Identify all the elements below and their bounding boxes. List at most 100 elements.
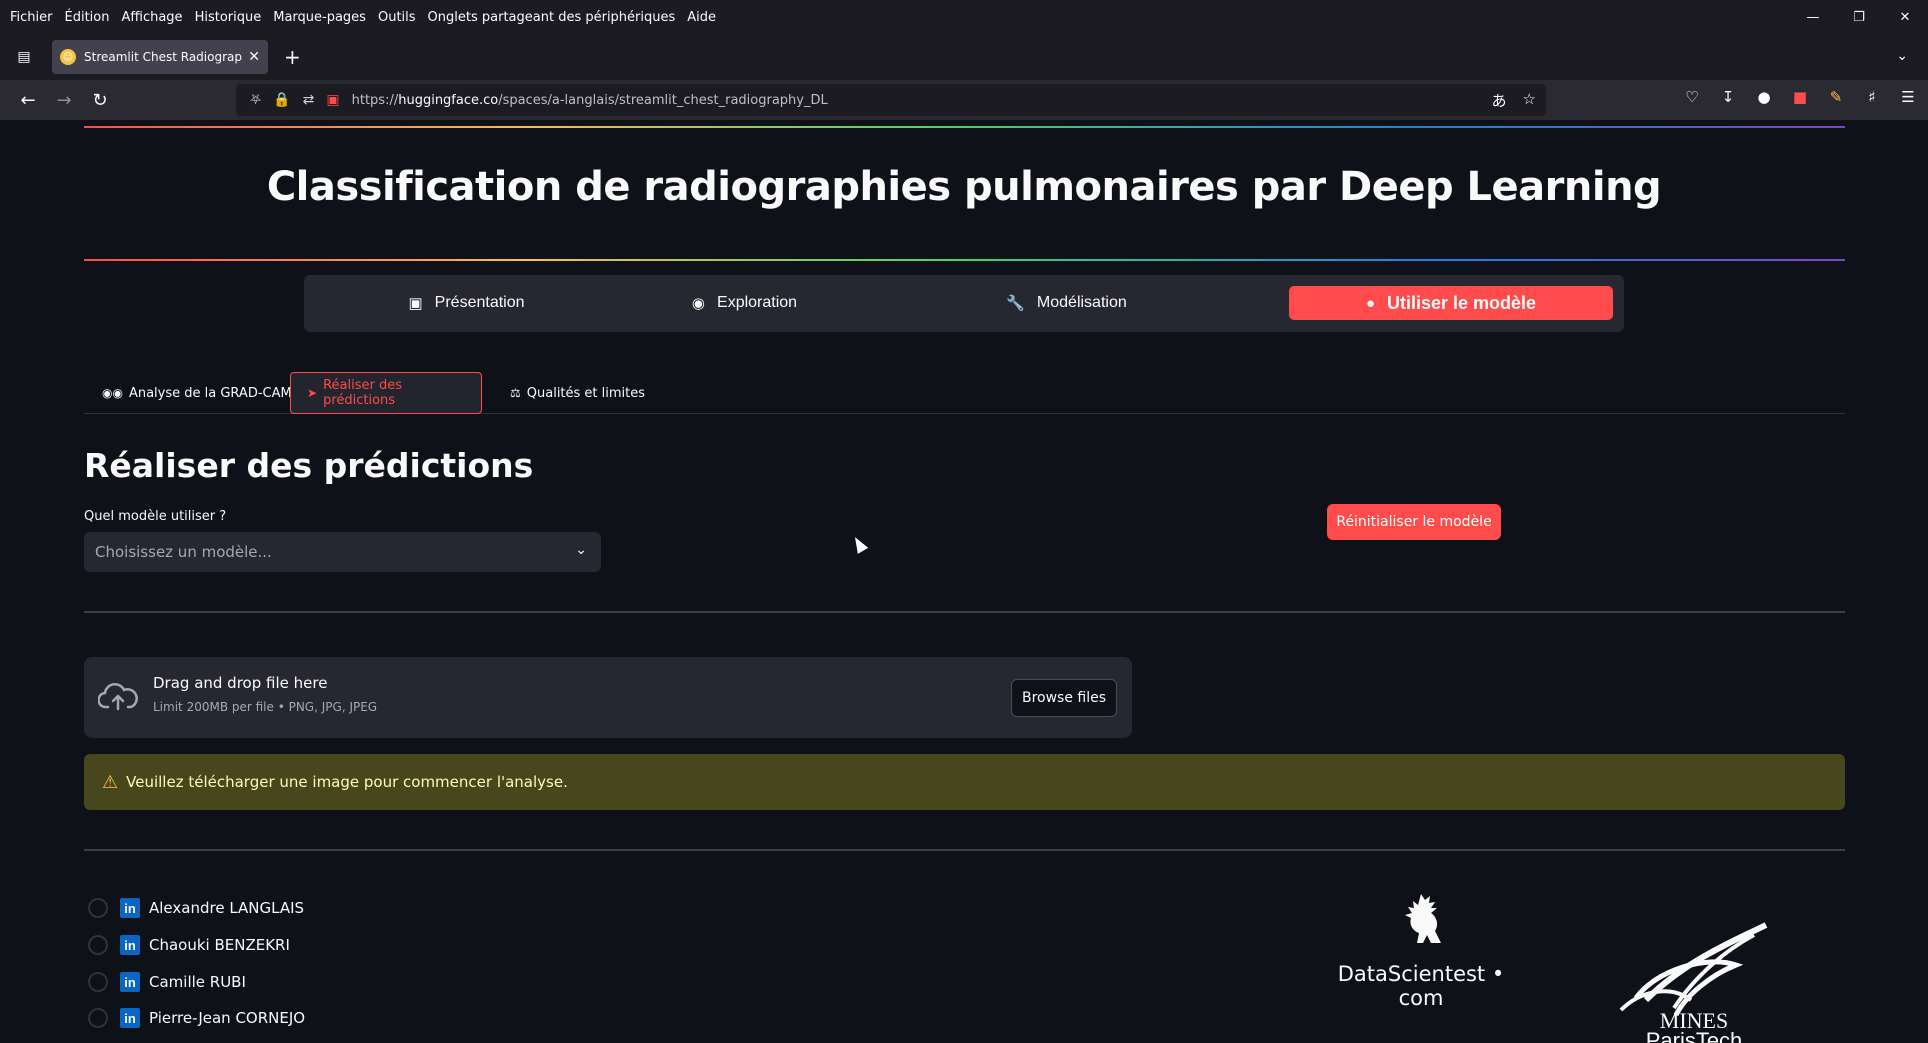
rocket-icon: ➤ <box>307 386 318 400</box>
linkedin-icon[interactable]: in <box>120 935 140 955</box>
url-text: https://huggingface.co/spaces/a-langlais… <box>351 92 828 108</box>
contributor: in Camille RUBI <box>88 972 246 992</box>
reload-icon[interactable]: ↻ <box>88 88 112 112</box>
extensions-icon[interactable]: ♯ <box>1862 88 1882 106</box>
back-icon[interactable]: ← <box>16 88 40 112</box>
linkedin-icon[interactable]: in <box>120 1008 140 1028</box>
linkedin-icon[interactable]: in <box>120 898 140 918</box>
streamlit-page: Classification de radiographies pulmonai… <box>0 120 1928 1043</box>
linkedin-icon[interactable]: in <box>120 972 140 992</box>
menu-onglets-peripheriques[interactable]: Onglets partageant des périphériques <box>428 10 676 25</box>
upload-cloud-icon <box>98 683 138 711</box>
menu-aide[interactable]: Aide <box>687 10 716 25</box>
divider <box>84 611 1845 613</box>
tab-title: Streamlit Chest Radiography DL <box>84 50 242 64</box>
browser-tab[interactable]: ☺ Streamlit Chest Radiography DL ✕ <box>52 40 268 74</box>
toolbar-icons: ♡ ↧ ● ■ ✎ ♯ ☰ <box>1682 88 1918 106</box>
video-blocked-icon[interactable]: ▣ <box>326 92 339 108</box>
subtabs: ◉◉ Analyse de la GRAD-CAM ➤ Réaliser des… <box>84 370 1845 414</box>
section-title: Réaliser des prédictions <box>84 446 534 485</box>
title-rainbow-divider <box>84 259 1845 261</box>
nav-modelisation[interactable]: 🔧 Modélisation <box>944 286 1189 320</box>
menu-edition[interactable]: Édition <box>65 10 110 25</box>
account-icon[interactable]: ● <box>1754 88 1774 106</box>
restore-icon[interactable]: ❐ <box>1836 0 1882 34</box>
model-select[interactable]: Choisissez un modèle... ⌄ <box>84 532 601 572</box>
mines-paristech-logo: MINES ParisTech <box>1619 922 1768 1043</box>
file-uploader[interactable]: Drag and drop file here Limit 200MB per … <box>84 657 1132 738</box>
uploader-limit: Limit 200MB per file • PNG, JPG, JPEG <box>153 700 378 714</box>
mouse-cursor-icon <box>849 534 869 554</box>
warning-text: Veuillez télécharger une image pour comm… <box>126 773 568 791</box>
nav-exploration[interactable]: ◉ Exploration <box>622 286 867 320</box>
contributor-name: Pierre-Jean CORNEJO <box>149 1009 306 1027</box>
page-title: Classification de radiographies pulmonai… <box>266 164 1662 210</box>
downloads-icon[interactable]: ↧ <box>1718 88 1738 106</box>
permissions-icon[interactable]: ⇄ <box>303 92 315 108</box>
shield-icon[interactable]: ⛧ <box>250 92 261 108</box>
tab-qualites-limites[interactable]: ⚖ Qualités et limites <box>494 372 661 414</box>
menu-historique[interactable]: Historique <box>195 10 262 25</box>
forward-icon[interactable]: → <box>52 88 76 112</box>
tab-label: Analyse de la GRAD-CAM <box>128 385 292 401</box>
eye-icon: ◉ <box>691 295 706 312</box>
chevron-down-icon[interactable]: ⌄ <box>1896 48 1908 64</box>
menu-fichier[interactable]: Fichier <box>10 10 53 25</box>
minimize-icon[interactable]: — <box>1790 0 1836 34</box>
contributor-name: Chaouki BENZEKRI <box>149 936 290 954</box>
nav-label: Présentation <box>434 294 525 311</box>
menu-affichage[interactable]: Affichage <box>121 10 182 25</box>
model-select-label: Quel modèle utiliser ? <box>84 509 227 524</box>
browser-navbar: ← → ↻ ⛧ 🔒 ⇄ ▣ https://huggingface.co/spa… <box>0 80 1928 120</box>
close-window-icon[interactable]: ✕ <box>1882 0 1928 34</box>
pocket-icon[interactable]: ♡ <box>1682 88 1702 106</box>
contributor: in Pierre-Jean CORNEJO <box>88 1008 305 1028</box>
extension-badge-icon[interactable]: ✎ <box>1826 88 1846 106</box>
github-icon[interactable] <box>88 898 108 918</box>
menu-marque-pages[interactable]: Marque-pages <box>273 10 366 25</box>
reset-model-button[interactable]: Réinitialiser le modèle <box>1327 504 1501 540</box>
presentation-icon: ▣ <box>408 295 423 312</box>
github-icon[interactable] <box>88 935 108 955</box>
nav-label: Modélisation <box>1036 294 1127 311</box>
hamburger-menu-icon[interactable]: ☰ <box>1898 88 1918 106</box>
paristech-text: ParisTech <box>1646 1028 1743 1043</box>
contributor: in Chaouki BENZEKRI <box>88 935 290 955</box>
warning-alert: ⚠ Veuillez télécharger une image pour co… <box>84 754 1845 810</box>
contributor: in Alexandre LANGLAIS <box>88 898 304 918</box>
griffin-icon <box>1405 894 1441 943</box>
tab-analyse-grad-cam[interactable]: ◉◉ Analyse de la GRAD-CAM <box>86 372 308 414</box>
nav-label: Utiliser le modèle <box>1387 292 1537 313</box>
url-bar[interactable]: ⛧ 🔒 ⇄ ▣ https://huggingface.co/spaces/a-… <box>236 84 1546 116</box>
tab-label: Réaliser des prédictions <box>323 378 402 408</box>
github-icon[interactable] <box>88 1008 108 1028</box>
contributor-name: Camille RUBI <box>149 973 246 991</box>
translate-icon[interactable]: あ <box>1492 90 1507 111</box>
browse-files-button[interactable]: Browse files <box>1011 679 1117 717</box>
new-tab-icon[interactable]: + <box>284 47 301 67</box>
divider <box>84 849 1845 851</box>
scale-icon: ⚖ <box>510 386 521 400</box>
browser-menubar: Fichier Édition Affichage Historique Mar… <box>0 0 1928 34</box>
top-rainbow-divider <box>84 126 1845 128</box>
contributor-name: Alexandre LANGLAIS <box>149 899 305 917</box>
warning-icon: ⚠ <box>102 771 119 793</box>
bookmark-star-icon[interactable]: ☆ <box>1523 90 1536 111</box>
github-icon[interactable] <box>88 972 108 992</box>
lightbulb-icon: ● <box>1365 294 1375 312</box>
nav-utiliser-le-modele[interactable]: ● Utiliser le modèle <box>1289 286 1613 320</box>
chevron-down-icon: ⌄ <box>575 542 587 558</box>
window-controls: — ❐ ✕ <box>1790 0 1928 34</box>
tab-realiser-predictions[interactable]: ➤ Réaliser des prédictions <box>290 372 482 414</box>
datascientest-logo: DataScientest • com <box>1319 890 1523 1010</box>
tab-list-icon[interactable]: ▤ <box>12 45 36 69</box>
model-select-placeholder: Choisissez un modèle... <box>95 543 272 561</box>
option-menu: ▣ Présentation ◉ Exploration 🔧 Modélisat… <box>304 275 1624 332</box>
hugging-face-favicon-icon: ☺ <box>60 49 76 65</box>
nav-presentation[interactable]: ▣ Présentation <box>344 286 589 320</box>
datascientest-text: DataScientest • com <box>1337 962 1505 1010</box>
lock-icon[interactable]: 🔒 <box>273 92 290 108</box>
close-tab-icon[interactable]: ✕ <box>248 49 260 65</box>
ublock-icon[interactable]: ■ <box>1790 88 1810 106</box>
menu-outils[interactable]: Outils <box>378 10 416 25</box>
